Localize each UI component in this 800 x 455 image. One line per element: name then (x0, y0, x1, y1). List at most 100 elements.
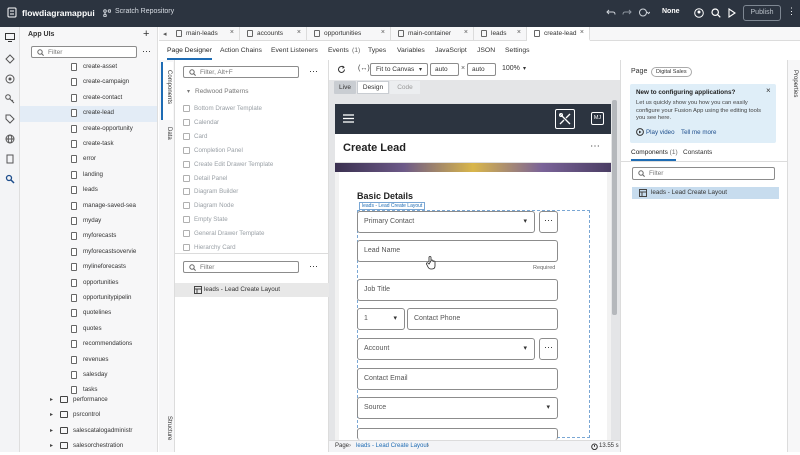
close-icon[interactable]: × (580, 29, 584, 36)
component-list-item[interactable]: leads - Lead Create Layout (632, 187, 779, 199)
menu-icon[interactable] (343, 114, 354, 123)
avatar[interactable]: MJ (591, 112, 604, 125)
breadcrumb-layout[interactable]: leads - Lead Create Layout (356, 443, 428, 449)
palette-item[interactable]: Detail Panel (175, 172, 329, 186)
subtab-types[interactable]: Types (368, 47, 386, 54)
zoom-select[interactable]: 100% (502, 65, 520, 72)
contact-phone-input[interactable]: Contact Phone (407, 308, 558, 330)
subtab-json[interactable]: JSON (477, 47, 495, 54)
palette-item[interactable]: Bottom Drawer Template (175, 102, 329, 116)
next-field-partial[interactable] (357, 428, 558, 440)
run-icon[interactable] (728, 8, 736, 18)
tell-me-more-link[interactable]: Tell me more (681, 129, 716, 136)
components-filter-input[interactable]: Filter (632, 167, 775, 180)
mode-selector[interactable]: None (662, 8, 680, 15)
palette-item[interactable]: Diagram Node (175, 199, 329, 213)
palette-item[interactable]: Diagram Builder (175, 185, 329, 199)
page-badge[interactable]: Digital Sales (651, 67, 692, 77)
tree-item-myday[interactable]: myday (20, 214, 157, 229)
close-icon[interactable]: × (464, 29, 468, 36)
redo-icon[interactable] (622, 8, 632, 17)
structure-filter-input[interactable]: Filter (183, 261, 299, 273)
design-view-tab[interactable]: Design (357, 81, 389, 94)
globe-icon[interactable] (5, 134, 15, 144)
live-view-tab[interactable]: Live (334, 81, 356, 94)
settings-tools-icon[interactable] (5, 174, 15, 184)
tree-item-mylineforecasts[interactable]: mylineforecasts (20, 260, 157, 275)
tree-item-salesday[interactable]: salesday (20, 368, 157, 383)
publish-button[interactable]: Publish (743, 5, 781, 21)
palette-item[interactable]: General Drawer Template (175, 227, 329, 241)
primary-contact-more-button[interactable]: ⋯ (539, 211, 558, 233)
key-icon[interactable] (5, 94, 15, 104)
palette-item[interactable]: Completion Panel (175, 144, 329, 158)
more-horizontal-icon[interactable]: ⋯ (142, 46, 151, 57)
tree-item-landing[interactable]: landing (20, 168, 157, 183)
subtab-1[interactable]: (1) (352, 47, 360, 54)
tab-opportunities[interactable]: opportunities × (307, 27, 391, 41)
chevron-down-icon[interactable]: ▾ (523, 65, 526, 72)
tools-icon[interactable] (555, 109, 575, 129)
subtab-action-chains[interactable]: Action Chains (220, 47, 262, 54)
structure-tree-item[interactable]: leads - Lead Create Layout (175, 283, 329, 297)
tree-item-quotes[interactable]: quotes (20, 322, 157, 337)
palette-item[interactable]: Empty State (175, 213, 329, 227)
tree-folder-performance[interactable]: ▸ performance (20, 393, 157, 408)
canvas-scrollbar[interactable] (612, 100, 617, 315)
tree-item-create-asset[interactable]: create-asset (20, 60, 157, 75)
chevron-right-icon[interactable]: ▸ (50, 396, 53, 403)
tab-main-leads[interactable]: main-leads × (169, 27, 240, 41)
tree-item-create-opportunity[interactable]: create-opportunity (20, 122, 157, 137)
properties-vtab[interactable]: Properties (792, 70, 798, 97)
canvas-height-input[interactable]: auto (467, 63, 496, 76)
close-icon[interactable]: × (230, 29, 234, 36)
palette-filter-input[interactable]: Filter, Alt+F (183, 66, 299, 78)
refresh-icon[interactable] (337, 65, 346, 74)
fit-to-canvas-select[interactable]: Fit to Canvas ▾ (370, 63, 428, 76)
palette-item[interactable]: Card (175, 130, 329, 144)
history-icon[interactable] (638, 8, 650, 17)
tab-leads[interactable]: leads × (474, 27, 527, 41)
account-more-button[interactable]: ⋯ (539, 338, 558, 360)
lead-name-input[interactable]: Lead Name (357, 240, 558, 262)
tree-item-manage-saved-sea[interactable]: manage-saved-sea (20, 199, 157, 214)
primary-contact-select[interactable]: Primary Contact ▾ (357, 211, 535, 233)
account-select[interactable]: Account ▾ (357, 338, 535, 360)
tree-folder-salesorchestration[interactable]: ▸ salesorchestration (20, 439, 157, 454)
flow-icon[interactable] (5, 54, 15, 64)
chevron-right-icon[interactable]: ▸ (50, 427, 53, 434)
tag-icon[interactable] (5, 114, 15, 124)
code-view-tab[interactable]: Code (390, 81, 420, 94)
chevron-down-icon[interactable]: ▾ (187, 88, 190, 95)
chevron-right-icon[interactable]: ▸ (50, 442, 53, 449)
monitor-icon[interactable] (5, 33, 15, 42)
repository-breadcrumb[interactable]: Scratch Repository (115, 8, 174, 15)
chevron-right-icon[interactable]: ▸ (50, 411, 53, 418)
tree-item-opportunities[interactable]: opportunities (20, 276, 157, 291)
play-video-link[interactable]: Play video (646, 129, 675, 136)
subtab-page-designer[interactable]: Page Designer (167, 47, 212, 60)
components-vtab[interactable]: Components (166, 70, 172, 104)
subtab-settings[interactable]: Settings (505, 47, 530, 54)
tree-item-quotelines[interactable]: quotelines (20, 306, 157, 321)
play-icon[interactable] (636, 128, 644, 136)
undo-icon[interactable] (606, 8, 616, 17)
contact-email-input[interactable]: Contact Email (357, 368, 558, 390)
subtab-javascript[interactable]: JavaScript (435, 47, 467, 54)
tree-item-create-contact[interactable]: create-contact (20, 91, 157, 106)
breadcrumb-page[interactable]: Page (335, 443, 349, 449)
tree-item-error[interactable]: error (20, 152, 157, 167)
tree-folder-psrcontrol[interactable]: ▸ psrcontrol (20, 408, 157, 423)
tree-item-create-campaign[interactable]: create-campaign (20, 75, 157, 90)
resize-handle-icon[interactable]: (↔) (358, 65, 370, 72)
source-select[interactable]: Source ▾ (357, 397, 558, 419)
close-icon[interactable]: × (381, 29, 385, 36)
tree-folder-salescatalogadministr[interactable]: ▸ salescatalogadministr (20, 424, 157, 439)
services-icon[interactable] (5, 74, 15, 84)
tree-item-myforecasts[interactable]: myforecasts (20, 229, 157, 244)
tree-item-revenues[interactable]: revenues (20, 353, 157, 368)
structure-vtab[interactable]: Structure (166, 416, 172, 440)
tree-item-myforecastsovervie[interactable]: myforecastsovervie (20, 245, 157, 260)
canvas-width-input[interactable]: auto (430, 63, 459, 76)
tab-main-container[interactable]: main-container × (391, 27, 474, 41)
